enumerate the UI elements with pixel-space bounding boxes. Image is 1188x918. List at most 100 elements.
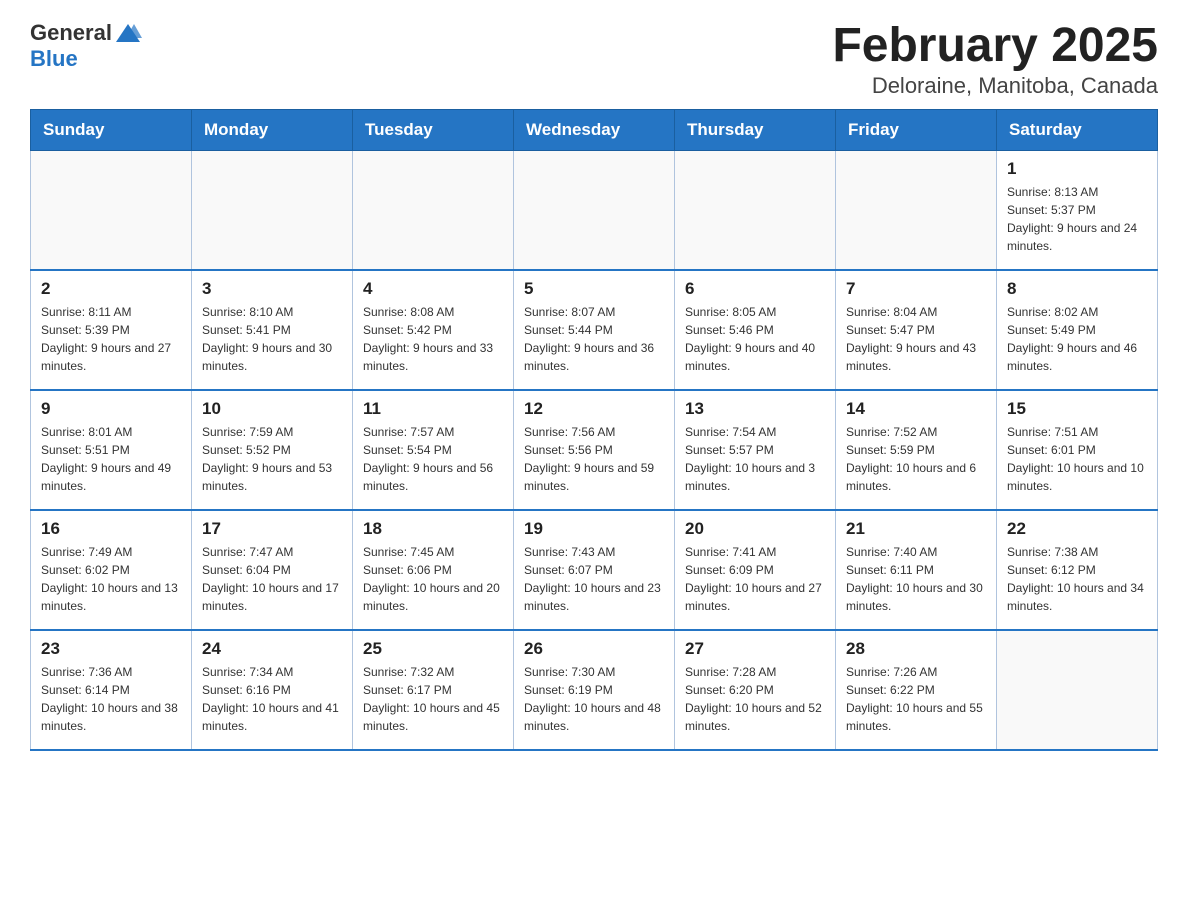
calendar-week-row: 9Sunrise: 8:01 AM Sunset: 5:51 PM Daylig… [31,390,1158,510]
calendar-week-row: 1 Sunrise: 8:13 AM Sunset: 5:37 PM Daylig… [31,150,1158,270]
weekday-header-sunday: Sunday [31,109,192,150]
logo-icon [114,20,142,46]
day-info: Sunrise: 8:05 AM Sunset: 5:46 PM Dayligh… [685,303,825,375]
calendar-cell: 11 Sunrise: 7:57 AM Sunset: 5:54 PM Dayli… [353,390,514,510]
weekday-header-wednesday: Wednesday [514,109,675,150]
calendar-week-row: 23Sunrise: 7:36 AM Sunset: 6:14 PM Dayli… [31,630,1158,750]
day-number: 13 [685,399,825,419]
calendar-cell: 19 Sunrise: 7:43 AM Sunset: 6:07 PM Dayli… [514,510,675,630]
day-info: Sunrise: 7:49 AM Sunset: 6:02 PM Dayligh… [41,543,181,615]
calendar-week-row: 16 Sunrise: 7:49 AM Sunset: 6:02 PM Dayli… [31,510,1158,630]
day-info: Sunrise: 8:13 AM Sunset: 5:37 PM Dayligh… [1007,183,1147,255]
calendar-cell: 12 Sunrise: 7:56 AM Sunset: 5:56 PM Dayli… [514,390,675,510]
day-number: 12 [524,399,664,419]
day-info: Sunrise: 7:41 AM Sunset: 6:09 PM Dayligh… [685,543,825,615]
calendar-cell: 1 Sunrise: 8:13 AM Sunset: 5:37 PM Daylig… [997,150,1158,270]
weekday-header-tuesday: Tuesday [353,109,514,150]
calendar-cell: 18Sunrise: 7:45 AM Sunset: 6:06 PM Dayli… [353,510,514,630]
calendar-cell: 14 Sunrise: 7:52 AM Sunset: 5:59 PM Dayli… [836,390,997,510]
calendar-cell: 3 Sunrise: 8:10 AM Sunset: 5:41 PM Daylig… [192,270,353,390]
logo: General Blue [30,20,144,72]
weekday-header-thursday: Thursday [675,109,836,150]
day-number: 24 [202,639,342,659]
day-number: 25 [363,639,503,659]
day-number: 6 [685,279,825,299]
day-info: Sunrise: 8:08 AM Sunset: 5:42 PM Dayligh… [363,303,503,375]
calendar-cell [192,150,353,270]
calendar-body: 1 Sunrise: 8:13 AM Sunset: 5:37 PM Daylig… [31,150,1158,750]
day-number: 27 [685,639,825,659]
day-info: Sunrise: 7:54 AM Sunset: 5:57 PM Dayligh… [685,423,825,495]
calendar-cell: 15 Sunrise: 7:51 AM Sunset: 6:01 PM Dayli… [997,390,1158,510]
day-number: 8 [1007,279,1147,299]
weekday-header-monday: Monday [192,109,353,150]
day-number: 10 [202,399,342,419]
calendar-cell: 26Sunrise: 7:30 AM Sunset: 6:19 PM Dayli… [514,630,675,750]
calendar-cell: 6 Sunrise: 8:05 AM Sunset: 5:46 PM Daylig… [675,270,836,390]
day-info: Sunrise: 7:28 AM Sunset: 6:20 PM Dayligh… [685,663,825,735]
day-number: 15 [1007,399,1147,419]
logo-text-blue: Blue [30,46,78,72]
calendar-cell: 5 Sunrise: 8:07 AM Sunset: 5:44 PM Daylig… [514,270,675,390]
day-info: Sunrise: 8:02 AM Sunset: 5:49 PM Dayligh… [1007,303,1147,375]
logo-text-general: General [30,20,112,46]
calendar-cell: 28Sunrise: 7:26 AM Sunset: 6:22 PM Dayli… [836,630,997,750]
calendar-cell: 20 Sunrise: 7:41 AM Sunset: 6:09 PM Dayli… [675,510,836,630]
day-info: Sunrise: 7:32 AM Sunset: 6:17 PM Dayligh… [363,663,503,735]
calendar-cell: 22 Sunrise: 7:38 AM Sunset: 6:12 PM Dayli… [997,510,1158,630]
day-number: 23 [41,639,181,659]
page-header: General Blue February 2025 Deloraine, Ma… [30,20,1158,99]
calendar-table: SundayMondayTuesdayWednesdayThursdayFrid… [30,109,1158,752]
weekday-header-friday: Friday [836,109,997,150]
day-info: Sunrise: 7:52 AM Sunset: 5:59 PM Dayligh… [846,423,986,495]
day-info: Sunrise: 7:38 AM Sunset: 6:12 PM Dayligh… [1007,543,1147,615]
page-subtitle: Deloraine, Manitoba, Canada [832,73,1158,99]
title-block: February 2025 Deloraine, Manitoba, Canad… [832,20,1158,99]
day-number: 4 [363,279,503,299]
day-info: Sunrise: 7:56 AM Sunset: 5:56 PM Dayligh… [524,423,664,495]
day-number: 1 [1007,159,1147,179]
weekday-header-saturday: Saturday [997,109,1158,150]
calendar-cell: 25 Sunrise: 7:32 AM Sunset: 6:17 PM Dayli… [353,630,514,750]
day-info: Sunrise: 8:10 AM Sunset: 5:41 PM Dayligh… [202,303,342,375]
day-info: Sunrise: 8:01 AM Sunset: 5:51 PM Dayligh… [41,423,181,495]
calendar-cell [31,150,192,270]
calendar-cell: 27 Sunrise: 7:28 AM Sunset: 6:20 PM Dayli… [675,630,836,750]
day-info: Sunrise: 7:59 AM Sunset: 5:52 PM Dayligh… [202,423,342,495]
day-number: 11 [363,399,503,419]
calendar-cell [675,150,836,270]
weekday-header-row: SundayMondayTuesdayWednesdayThursdayFrid… [31,109,1158,150]
calendar-header: SundayMondayTuesdayWednesdayThursdayFrid… [31,109,1158,150]
calendar-cell: 8 Sunrise: 8:02 AM Sunset: 5:49 PM Daylig… [997,270,1158,390]
calendar-cell [353,150,514,270]
day-number: 19 [524,519,664,539]
day-number: 18 [363,519,503,539]
calendar-cell: 21Sunrise: 7:40 AM Sunset: 6:11 PM Dayli… [836,510,997,630]
calendar-cell [514,150,675,270]
day-info: Sunrise: 7:51 AM Sunset: 6:01 PM Dayligh… [1007,423,1147,495]
day-number: 17 [202,519,342,539]
calendar-cell [836,150,997,270]
calendar-cell: 7Sunrise: 8:04 AM Sunset: 5:47 PM Daylig… [836,270,997,390]
calendar-cell: 16 Sunrise: 7:49 AM Sunset: 6:02 PM Dayli… [31,510,192,630]
day-info: Sunrise: 7:43 AM Sunset: 6:07 PM Dayligh… [524,543,664,615]
day-number: 14 [846,399,986,419]
day-number: 5 [524,279,664,299]
calendar-cell: 13 Sunrise: 7:54 AM Sunset: 5:57 PM Dayli… [675,390,836,510]
day-info: Sunrise: 7:57 AM Sunset: 5:54 PM Dayligh… [363,423,503,495]
day-info: Sunrise: 7:30 AM Sunset: 6:19 PM Dayligh… [524,663,664,735]
day-number: 16 [41,519,181,539]
calendar-cell: 9Sunrise: 8:01 AM Sunset: 5:51 PM Daylig… [31,390,192,510]
day-info: Sunrise: 8:07 AM Sunset: 5:44 PM Dayligh… [524,303,664,375]
calendar-week-row: 2Sunrise: 8:11 AM Sunset: 5:39 PM Daylig… [31,270,1158,390]
calendar-cell: 23Sunrise: 7:36 AM Sunset: 6:14 PM Dayli… [31,630,192,750]
day-number: 20 [685,519,825,539]
calendar-cell: 10 Sunrise: 7:59 AM Sunset: 5:52 PM Dayli… [192,390,353,510]
day-info: Sunrise: 7:26 AM Sunset: 6:22 PM Dayligh… [846,663,986,735]
calendar-cell: 4 Sunrise: 8:08 AM Sunset: 5:42 PM Daylig… [353,270,514,390]
calendar-cell [997,630,1158,750]
day-number: 3 [202,279,342,299]
day-info: Sunrise: 8:04 AM Sunset: 5:47 PM Dayligh… [846,303,986,375]
day-number: 22 [1007,519,1147,539]
calendar-cell: 17Sunrise: 7:47 AM Sunset: 6:04 PM Dayli… [192,510,353,630]
